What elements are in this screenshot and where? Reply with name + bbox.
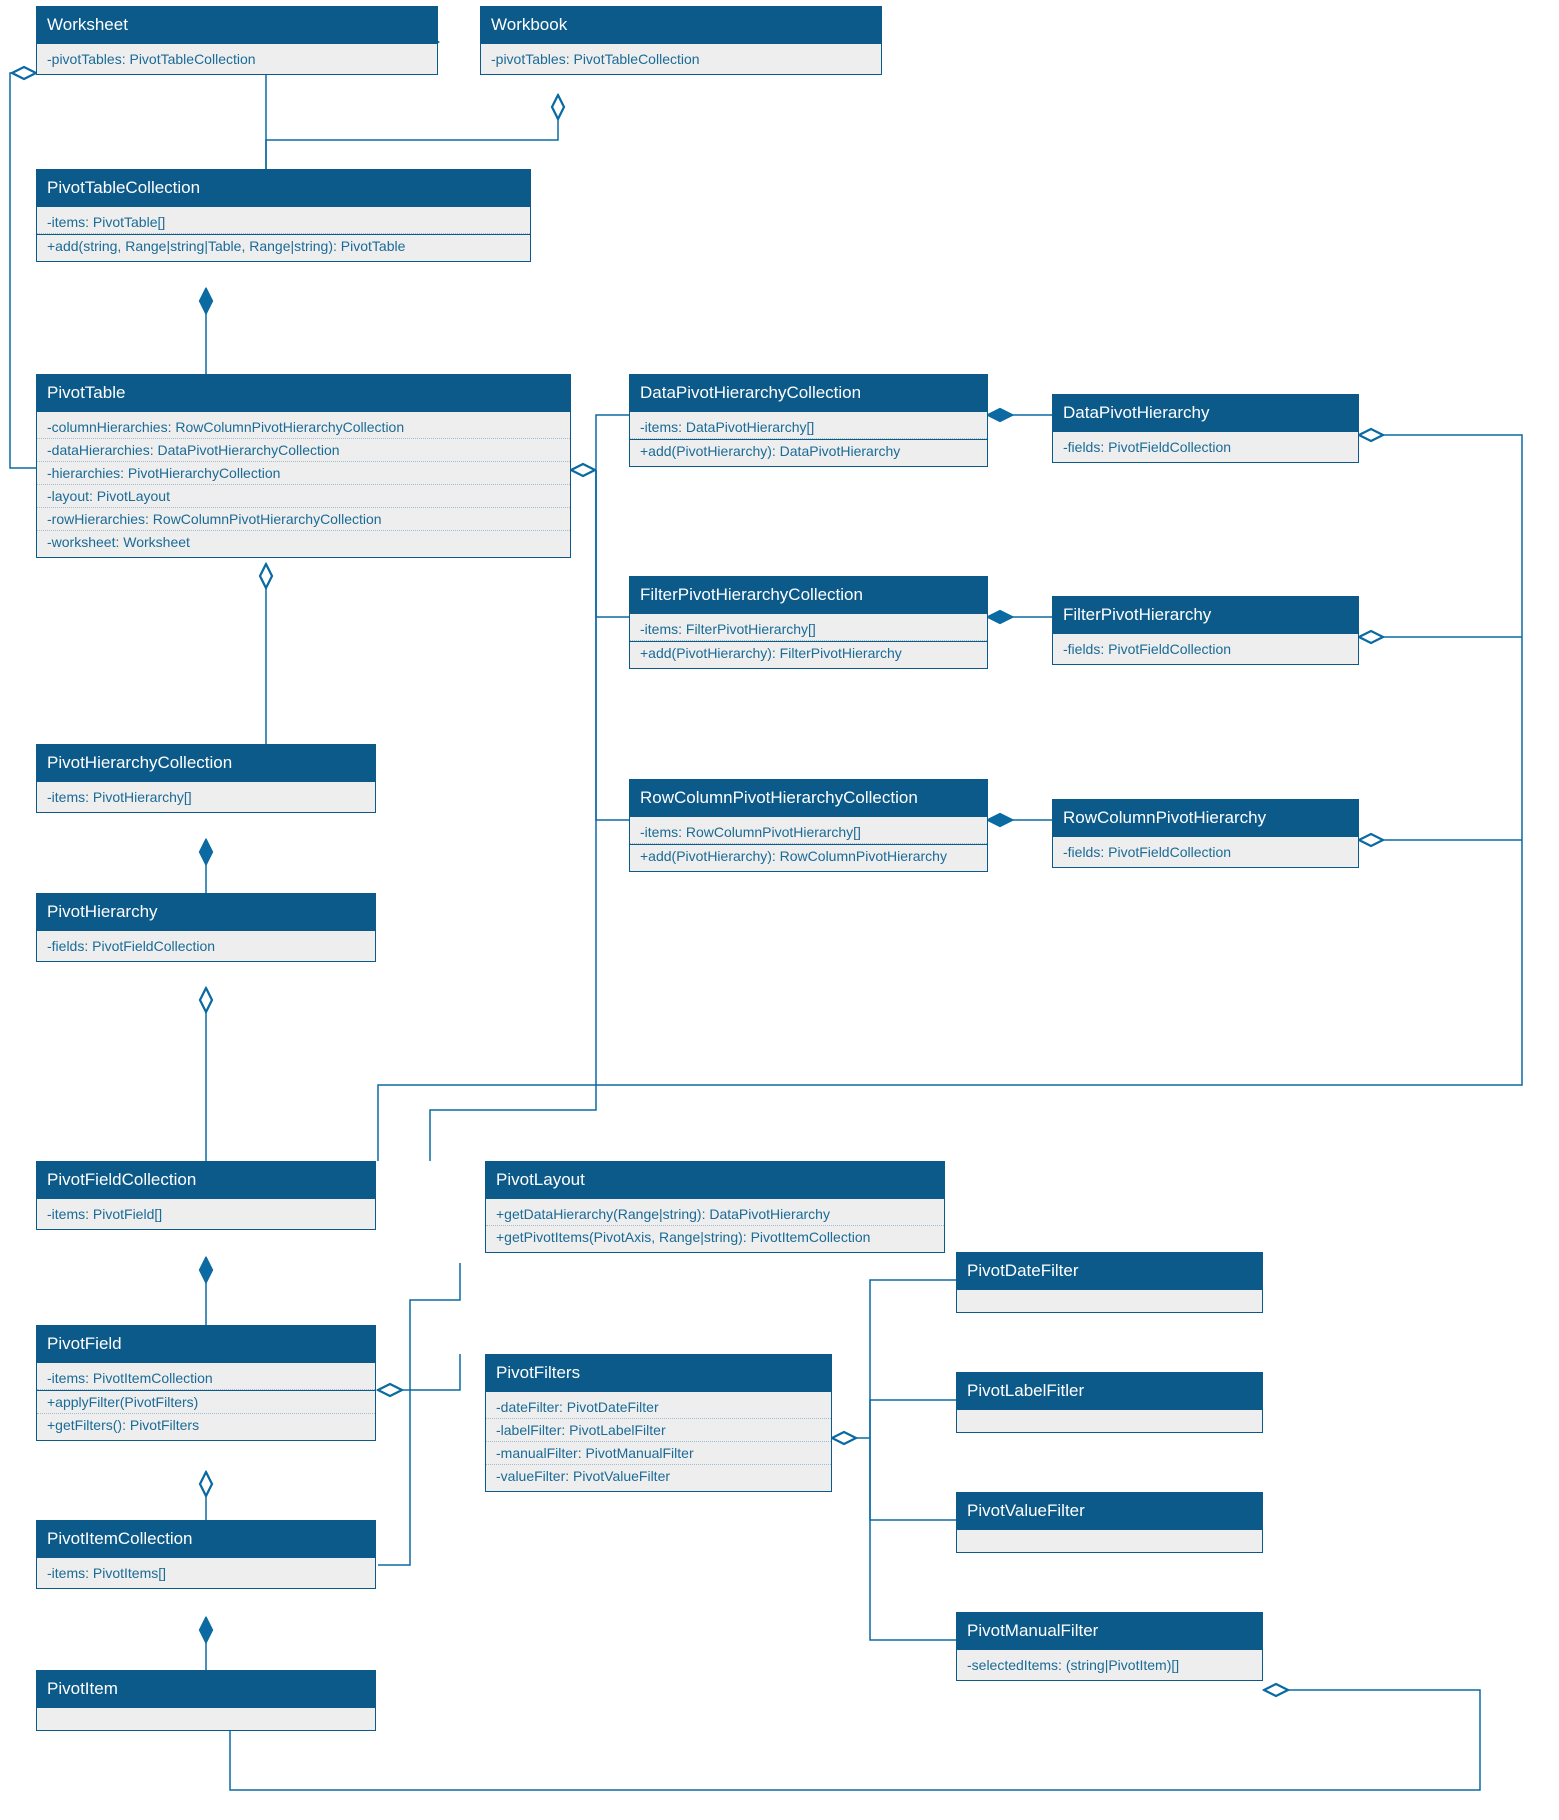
class-pivothierarchy: PivotHierarchy -fields: PivotFieldCollec…	[36, 893, 376, 962]
class-title: PivotField	[37, 1326, 375, 1363]
class-pivotmanualfilter: PivotManualFilter -selectedItems: (strin…	[956, 1612, 1263, 1681]
class-member: -fields: PivotFieldCollection	[37, 935, 375, 957]
class-pivotfield: PivotField -items: PivotItemCollection +…	[36, 1325, 376, 1441]
class-title: Worksheet	[37, 7, 437, 44]
class-title: PivotFilters	[486, 1355, 831, 1392]
class-pivotlabelfilter: PivotLabelFitler	[956, 1372, 1263, 1433]
class-pivotfilters: PivotFilters -dateFilter: PivotDateFilte…	[485, 1354, 832, 1492]
class-pivotdatefilter: PivotDateFilter	[956, 1252, 1263, 1313]
class-title: PivotFieldCollection	[37, 1162, 375, 1199]
class-member: -dataHierarchies: DataPivotHierarchyColl…	[37, 439, 570, 462]
class-title: RowColumnPivotHierarchy	[1053, 800, 1358, 837]
class-member: -items: PivotTable[]	[37, 211, 530, 234]
class-member: +applyFilter(PivotFilters)	[37, 1391, 375, 1414]
class-filterpivothierarchy: FilterPivotHierarchy -fields: PivotField…	[1052, 596, 1359, 665]
class-rowcolumnpivothierarchycollection: RowColumnPivotHierarchyCollection -items…	[629, 779, 988, 872]
class-member: -worksheet: Worksheet	[37, 531, 570, 553]
class-pivotitem: PivotItem	[36, 1670, 376, 1731]
class-filterpivothierarchycollection: FilterPivotHierarchyCollection -items: F…	[629, 576, 988, 669]
class-member: -rowHierarchies: RowColumnPivotHierarchy…	[37, 508, 570, 531]
class-member: -pivotTables: PivotTableCollection	[37, 48, 437, 70]
class-pivotlayout: PivotLayout +getDataHierarchy(Range|stri…	[485, 1161, 945, 1253]
class-title: PivotDateFilter	[957, 1253, 1262, 1290]
class-member: -manualFilter: PivotManualFilter	[486, 1442, 831, 1465]
class-pivotitemcollection: PivotItemCollection -items: PivotItems[]	[36, 1520, 376, 1589]
class-rowcolumnpivothierarchy: RowColumnPivotHierarchy -fields: PivotFi…	[1052, 799, 1359, 868]
class-title: PivotTableCollection	[37, 170, 530, 207]
class-member: +getDataHierarchy(Range|string): DataPiv…	[486, 1203, 944, 1226]
class-title: PivotHierarchyCollection	[37, 745, 375, 782]
class-title: RowColumnPivotHierarchyCollection	[630, 780, 987, 817]
class-title: PivotItem	[37, 1671, 375, 1708]
class-pivotfieldcollection: PivotFieldCollection -items: PivotField[…	[36, 1161, 376, 1230]
class-member: -items: FilterPivotHierarchy[]	[630, 618, 987, 641]
class-member: -selectedItems: (string|PivotItem)[]	[957, 1654, 1262, 1676]
class-member: -hierarchies: PivotHierarchyCollection	[37, 462, 570, 485]
class-member: -items: PivotField[]	[37, 1203, 375, 1225]
class-title: PivotTable	[37, 375, 570, 412]
class-member: -labelFilter: PivotLabelFilter	[486, 1419, 831, 1442]
class-datapivothierarchycollection: DataPivotHierarchyCollection -items: Dat…	[629, 374, 988, 467]
class-member: +add(string, Range|string|Table, Range|s…	[37, 235, 530, 257]
class-title: Workbook	[481, 7, 881, 44]
class-workbook: Workbook -pivotTables: PivotTableCollect…	[480, 6, 882, 75]
class-pivottable: PivotTable -columnHierarchies: RowColumn…	[36, 374, 571, 558]
class-title: PivotValueFilter	[957, 1493, 1262, 1530]
class-title: PivotItemCollection	[37, 1521, 375, 1558]
class-member: +getPivotItems(PivotAxis, Range|string):…	[486, 1226, 944, 1248]
class-member: -items: PivotItems[]	[37, 1562, 375, 1584]
class-member: -items: RowColumnPivotHierarchy[]	[630, 821, 987, 844]
class-datapivothierarchy: DataPivotHierarchy -fields: PivotFieldCo…	[1052, 394, 1359, 463]
class-title: DataPivotHierarchyCollection	[630, 375, 987, 412]
class-member: +add(PivotHierarchy): DataPivotHierarchy	[630, 440, 987, 462]
class-title: PivotHierarchy	[37, 894, 375, 931]
class-title: FilterPivotHierarchy	[1053, 597, 1358, 634]
class-member: -dateFilter: PivotDateFilter	[486, 1396, 831, 1419]
class-member: -fields: PivotFieldCollection	[1053, 436, 1358, 458]
class-member: -layout: PivotLayout	[37, 485, 570, 508]
class-title: PivotLabelFitler	[957, 1373, 1262, 1410]
class-member: -valueFilter: PivotValueFilter	[486, 1465, 831, 1487]
class-pivothierarchycollection: PivotHierarchyCollection -items: PivotHi…	[36, 744, 376, 813]
class-member: -items: PivotHierarchy[]	[37, 786, 375, 808]
class-pivottablecollection: PivotTableCollection -items: PivotTable[…	[36, 169, 531, 262]
class-member: -fields: PivotFieldCollection	[1053, 638, 1358, 660]
class-worksheet: Worksheet -pivotTables: PivotTableCollec…	[36, 6, 438, 75]
class-title: DataPivotHierarchy	[1053, 395, 1358, 432]
class-title: PivotLayout	[486, 1162, 944, 1199]
class-member: +add(PivotHierarchy): FilterPivotHierarc…	[630, 642, 987, 664]
class-title: FilterPivotHierarchyCollection	[630, 577, 987, 614]
class-member: -items: DataPivotHierarchy[]	[630, 416, 987, 439]
class-member: -columnHierarchies: RowColumnPivotHierar…	[37, 416, 570, 439]
class-member: +add(PivotHierarchy): RowColumnPivotHier…	[630, 845, 987, 867]
class-member: +getFilters(): PivotFilters	[37, 1414, 375, 1436]
class-member: -fields: PivotFieldCollection	[1053, 841, 1358, 863]
class-title: PivotManualFilter	[957, 1613, 1262, 1650]
class-member: -pivotTables: PivotTableCollection	[481, 48, 881, 70]
class-pivotvaluefilter: PivotValueFilter	[956, 1492, 1263, 1553]
class-member: -items: PivotItemCollection	[37, 1367, 375, 1390]
